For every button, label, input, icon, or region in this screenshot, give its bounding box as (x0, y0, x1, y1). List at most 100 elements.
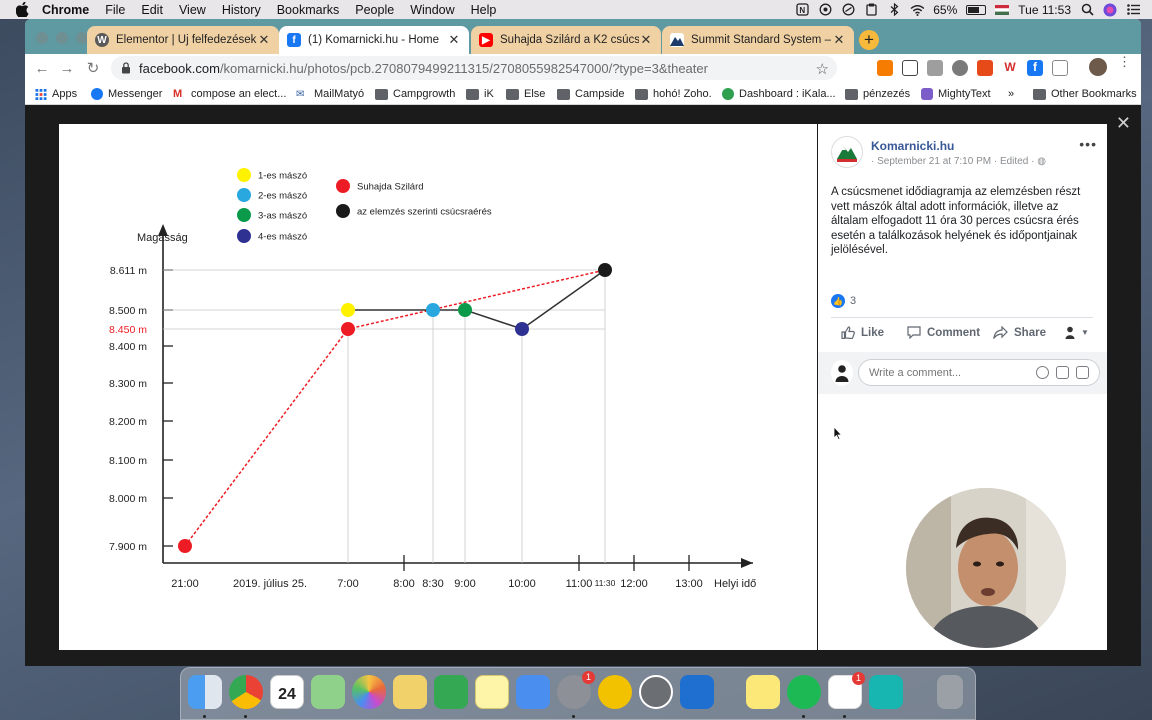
battery-icon[interactable] (966, 4, 987, 15)
bookmark-dashboard[interactable]: Dashboard : iKala... (722, 86, 836, 102)
bookmark-folder-else[interactable]: Else (506, 86, 545, 102)
forward-arrow-icon[interactable]: → (55, 56, 79, 80)
profile-avatar[interactable] (1089, 58, 1107, 76)
notification-center-icon[interactable] (1126, 3, 1140, 17)
creative-cloud-status-icon[interactable] (841, 3, 855, 17)
spotify-icon[interactable] (787, 675, 821, 709)
reload-icon[interactable]: ↻ (81, 56, 105, 80)
keynote-icon[interactable] (516, 675, 550, 709)
menu-window[interactable]: Window (410, 3, 454, 17)
bookmark-folder-ik[interactable]: iK (466, 86, 494, 102)
clipboard-status-icon[interactable] (864, 3, 878, 17)
profile-silhouette-icon (1065, 326, 1075, 339)
facebook-extension-icon[interactable]: f (1027, 60, 1043, 76)
page-avatar[interactable] (831, 136, 863, 168)
emoji-icon[interactable] (1036, 366, 1049, 379)
bookmark-gmail[interactable]: Mcompose an elect... (173, 86, 286, 102)
comment-button[interactable]: Comment (907, 326, 980, 339)
menu-people[interactable]: People (355, 3, 394, 17)
address-bar[interactable]: facebook.com/komarnicki.hu/photos/pcb.27… (111, 56, 837, 80)
tab-youtube-suhajda[interactable]: ▶ Suhajda Szilárd a K2 csúcsán - ✕ (471, 26, 661, 54)
bookmark-folder-zoho[interactable]: hohó! Zoho. (635, 86, 712, 102)
photos-icon[interactable] (352, 675, 386, 709)
bookmarks-overflow-chevron[interactable]: » (1008, 86, 1014, 102)
preview-icon[interactable] (393, 675, 427, 709)
tab-summit-standard[interactable]: Summit Standard System – Sur ✕ (662, 26, 854, 54)
post-options-icon[interactable]: ••• (1079, 136, 1097, 152)
bookmark-star-icon[interactable]: ☆ (816, 60, 829, 78)
close-theater-icon[interactable]: ✕ (1116, 113, 1131, 134)
slack-icon[interactable]: 1 (828, 672, 865, 709)
menubar-clock[interactable]: Tue 11:53 (1018, 3, 1071, 17)
menu-edit[interactable]: Edit (141, 3, 163, 17)
chrome-icon[interactable] (229, 675, 263, 709)
bookmark-folder-campside[interactable]: Campside (557, 86, 625, 102)
wunderlist-extension-icon[interactable]: W (1002, 60, 1018, 76)
back-arrow-icon[interactable]: ← (30, 56, 54, 80)
notion-dock-icon[interactable] (869, 675, 903, 709)
bookmark-mailmatyo[interactable]: ✉ MailMatyó (296, 86, 364, 102)
menu-help[interactable]: Help (471, 3, 497, 17)
lightbulb-extension-icon[interactable] (952, 60, 968, 76)
sync-status-icon[interactable] (818, 3, 832, 17)
menu-view[interactable]: View (179, 3, 206, 17)
like-button[interactable]: Like (841, 326, 884, 339)
calendar-icon[interactable]: 24 (270, 675, 304, 709)
sticker-icon[interactable] (1076, 366, 1089, 379)
close-window-button[interactable] (36, 32, 48, 44)
wifi-icon[interactable] (910, 3, 925, 17)
finder-icon[interactable] (188, 675, 222, 709)
page-name-link[interactable]: Komarnicki.hu (871, 139, 954, 153)
y-highlight-tick-label: 8.450 m (109, 324, 147, 336)
close-tab-icon[interactable]: ✕ (832, 32, 846, 48)
post-meta-text[interactable]: · September 21 at 7:10 PM · Edited · (871, 156, 1034, 167)
spotlight-search-icon[interactable] (1080, 3, 1094, 17)
minimize-window-button[interactable] (56, 32, 68, 44)
reactions-summary[interactable]: 👍 3 (831, 294, 856, 308)
tab-komarnicki-home[interactable]: f (1) Komarnicki.hu - Home ✕ (279, 26, 469, 54)
trello-icon[interactable] (680, 675, 714, 709)
bluetooth-icon[interactable] (887, 3, 901, 17)
close-tab-icon[interactable]: ✕ (257, 32, 271, 48)
pocket-extension-icon[interactable] (902, 60, 918, 76)
trash-icon[interactable] (937, 675, 963, 709)
bookmark-folder-campgrowth[interactable]: Campgrowth (375, 86, 455, 102)
menu-file[interactable]: File (105, 3, 125, 17)
close-tab-icon[interactable]: ✕ (639, 32, 653, 48)
bookmark-apps[interactable]: Apps (35, 86, 77, 102)
post-as-selector[interactable]: ▼ (1065, 326, 1089, 339)
code-extension-icon[interactable] (927, 60, 943, 76)
numbers-icon[interactable] (434, 675, 468, 709)
close-tab-icon[interactable]: ✕ (447, 32, 461, 48)
status-area: N 65% Tue 11:53 (795, 0, 1140, 19)
new-tab-button[interactable]: + (859, 30, 879, 50)
shutdown-icon[interactable] (639, 675, 673, 709)
active-app-name[interactable]: Chrome (42, 3, 89, 17)
bookmark-folder-penzezes[interactable]: pénzezés (845, 86, 910, 102)
bookmark-messenger[interactable]: Messenger (91, 86, 162, 102)
bookmark-folder-other[interactable]: Other Bookmarks (1033, 86, 1137, 102)
bookmark-mightytext[interactable]: MightyText (921, 86, 991, 102)
maps-icon[interactable] (311, 675, 345, 709)
notes-icon[interactable] (475, 675, 509, 709)
menu-history[interactable]: History (222, 3, 261, 17)
system-preferences-icon[interactable]: 1 (557, 671, 595, 709)
chrome-menu-icon[interactable]: ⋮ (1118, 55, 1131, 68)
menu-bookmarks[interactable]: Bookmarks (277, 3, 340, 17)
battery-percentage: 65% (933, 2, 958, 17)
analytics-extension-icon[interactable] (877, 60, 893, 76)
gif-icon[interactable] (1056, 366, 1069, 379)
grid-extension-icon[interactable] (1052, 60, 1068, 76)
share-button[interactable]: Share (993, 326, 1046, 339)
siri-icon[interactable] (1103, 3, 1117, 17)
stickies-icon[interactable] (746, 675, 780, 709)
stamp-extension-icon[interactable] (977, 60, 993, 76)
tab-elementor[interactable]: W Elementor | Új felfedezések – ú ✕ (87, 26, 279, 54)
notion-status-icon[interactable]: N (795, 3, 809, 17)
hungarian-flag-icon[interactable] (995, 3, 1010, 17)
data-point-marker (341, 322, 355, 336)
apple-icon[interactable] (16, 2, 32, 18)
wunderlist-dock-icon[interactable] (598, 675, 632, 709)
photo-viewer[interactable]: Magasság Helyi idő 2019. július 25. 7.900 m… (59, 124, 817, 650)
folder-icon (375, 88, 388, 100)
